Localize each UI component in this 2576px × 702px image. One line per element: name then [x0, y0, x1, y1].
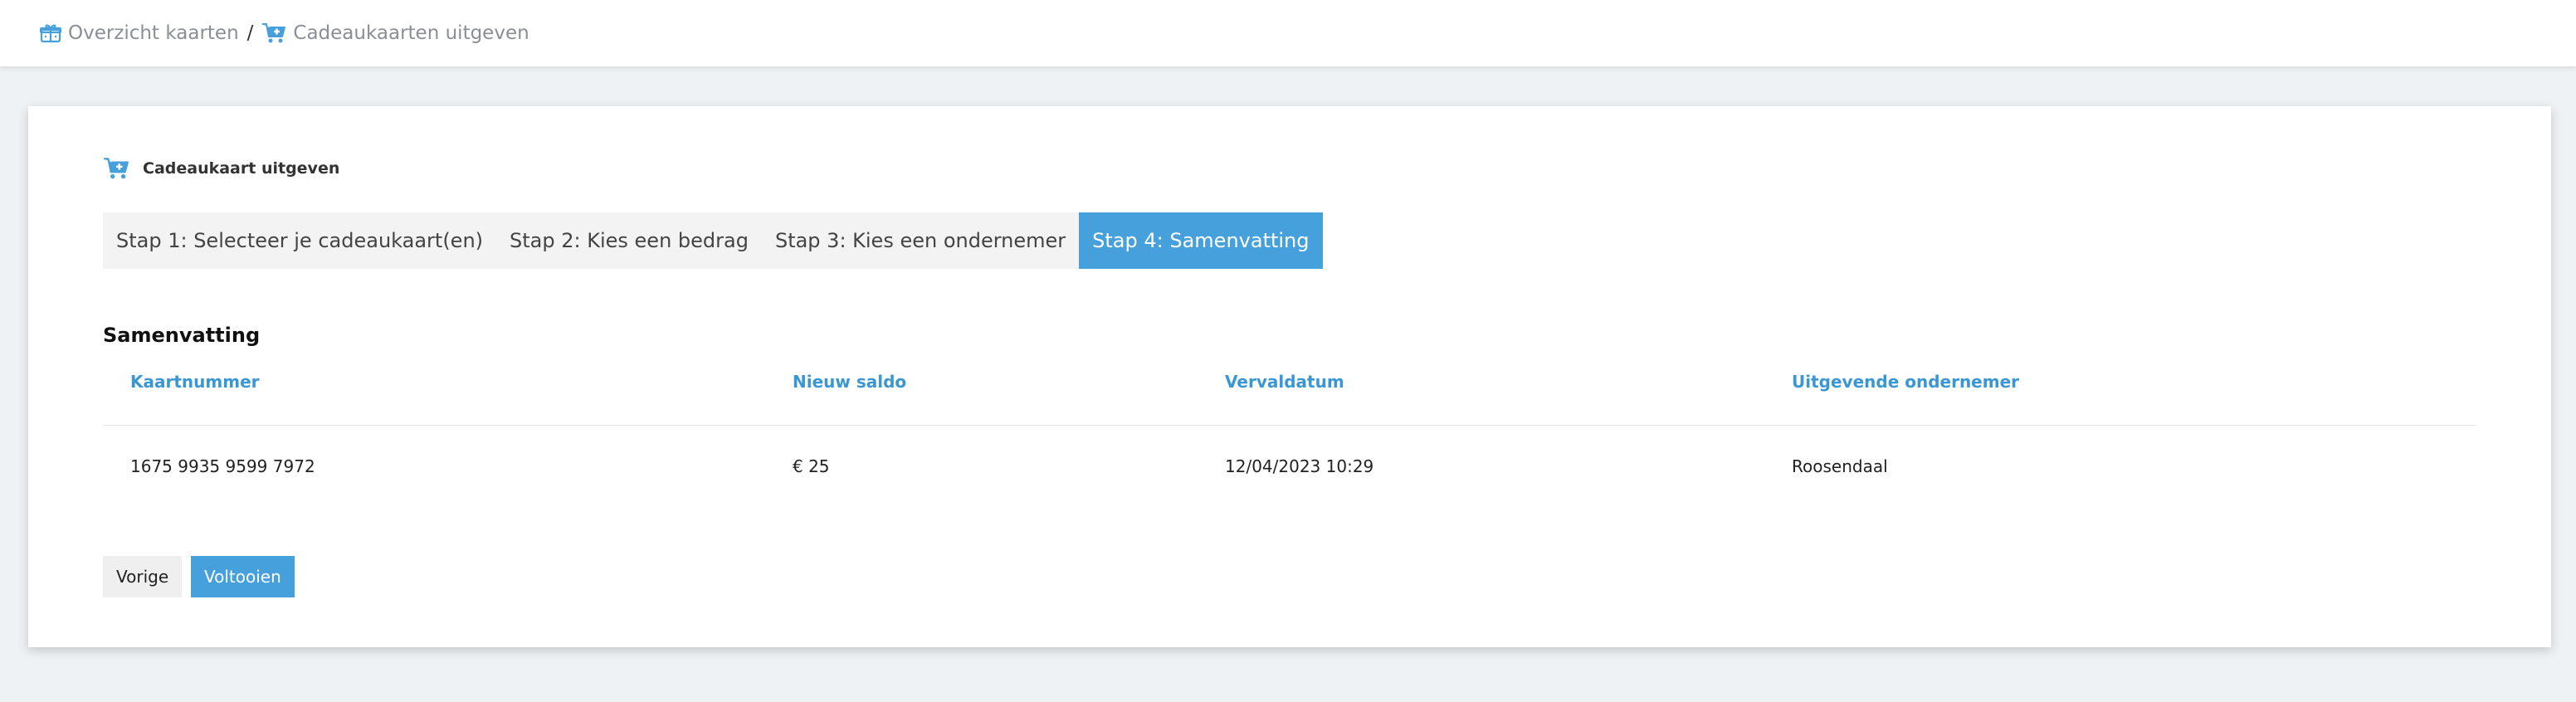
issue-giftcard-card: Cadeaukaart uitgeven Stap 1: Selecteer j… [28, 106, 2551, 647]
wizard-steps: Stap 1: Selecteer je cadeaukaart(en) Sta… [103, 212, 1323, 269]
gift-box-icon [40, 24, 61, 43]
breadcrumb-item-overview[interactable]: Overzicht kaarten [40, 22, 239, 44]
table-row: 1675 9935 9599 7972 € 25 12/04/2023 10:2… [103, 426, 2476, 507]
step-2-choose-amount[interactable]: Stap 2: Kies een bedrag [496, 212, 762, 269]
column-header-card-number: Kaartnummer [130, 372, 260, 392]
column-header-new-balance: Nieuw saldo [793, 372, 907, 392]
table-header: Kaartnummer Nieuw saldo Vervaldatum Uitg… [103, 365, 2476, 426]
cell-expiry-date: 12/04/2023 10:29 [1225, 456, 1374, 476]
column-header-issuing-merchant: Uitgevende ondernemer [1792, 372, 2020, 392]
card-title-text: Cadeaukaart uitgeven [143, 159, 340, 178]
breadcrumb-separator: / [246, 22, 254, 44]
cell-card-number: 1675 9935 9599 7972 [130, 456, 315, 476]
finish-button[interactable]: Voltooien [191, 556, 295, 597]
breadcrumb-item-label: Overzicht kaarten [68, 22, 239, 44]
breadcrumb: Overzicht kaarten / Cadeaukaarten uitgev… [0, 0, 2576, 66]
step-4-summary[interactable]: Stap 4: Samenvatting [1079, 212, 1323, 269]
cart-plus-icon [104, 158, 129, 179]
summary-table: Kaartnummer Nieuw saldo Vervaldatum Uitg… [103, 365, 2476, 507]
step-3-choose-merchant[interactable]: Stap 3: Kies een ondernemer [762, 212, 1079, 269]
breadcrumb-item-label: Cadeaukaarten uitgeven [293, 22, 529, 44]
cell-issuing-merchant: Roosendaal [1792, 456, 1888, 476]
step-1-select-cards[interactable]: Stap 1: Selecteer je cadeaukaart(en) [103, 212, 496, 269]
cart-plus-icon [262, 23, 286, 43]
summary-title: Samenvatting [103, 324, 261, 347]
breadcrumb-item-issue-cards[interactable]: Cadeaukaarten uitgeven [261, 22, 529, 45]
column-header-expiry-date: Vervaldatum [1225, 372, 1344, 392]
previous-button[interactable]: Vorige [103, 556, 183, 597]
cell-new-balance: € 25 [793, 456, 830, 476]
card-title: Cadeaukaart uitgeven [103, 156, 339, 181]
